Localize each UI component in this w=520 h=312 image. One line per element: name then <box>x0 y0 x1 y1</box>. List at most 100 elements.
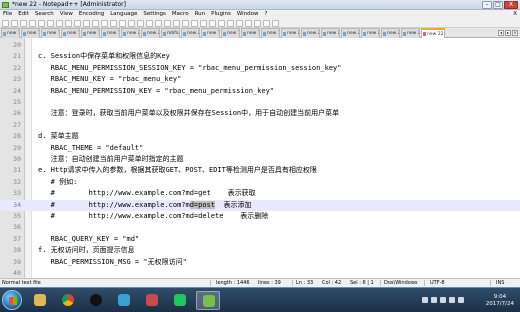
copy-icon[interactable] <box>74 20 81 27</box>
code-line[interactable]: 34 # http://www.example.com?md=post 表示添加 <box>0 199 520 211</box>
tab[interactable]: new 16 <box>201 28 220 38</box>
run-macro-icon[interactable] <box>263 20 270 27</box>
code-line[interactable]: 35 # http://www.example.com?md=delete 表示… <box>0 211 520 222</box>
menu-edit[interactable]: Edit <box>18 10 29 19</box>
code-line[interactable]: 33 # http://www.example.com?md=get 表示获取 <box>0 188 520 199</box>
tab[interactable]: mbfa89 <box>161 28 180 38</box>
code-line[interactable]: 21 c. Session中保存菜单和权限信息的Key <box>0 51 520 62</box>
menu-run[interactable]: Run <box>195 10 206 19</box>
code-line[interactable]: 25 <box>0 97 520 108</box>
code-line[interactable]: 23 RBAC_MENU_KEY = "rbac_menu_key" <box>0 74 520 85</box>
function-list-icon[interactable] <box>209 20 216 27</box>
save-macro-icon[interactable] <box>272 20 279 27</box>
code-line[interactable]: 31 e. Http请求中传入的参数，根据其获取GET、POST、EDIT等检测用… <box>0 165 520 176</box>
start-button[interactable] <box>2 290 22 310</box>
record-macro-icon[interactable] <box>236 20 243 27</box>
code-line[interactable]: 40 <box>0 268 520 278</box>
tab[interactable]: new 20 <box>121 28 140 38</box>
tab[interactable]: new 24 <box>361 28 380 38</box>
all-chars-icon[interactable] <box>173 20 180 27</box>
tab[interactable]: new 22 <box>321 28 340 38</box>
folder-workspace-icon[interactable] <box>218 20 225 27</box>
sync-v-icon[interactable] <box>146 20 153 27</box>
tab[interactable]: new 21 <box>141 28 160 38</box>
taskbar-notepad-plus-plus[interactable] <box>196 291 220 310</box>
menu-encoding[interactable]: Encoding <box>79 10 104 19</box>
undo-icon[interactable] <box>92 20 99 27</box>
open-file-icon[interactable] <box>11 20 18 27</box>
monitor-icon[interactable] <box>227 20 234 27</box>
minimize-button[interactable]: – <box>482 1 492 9</box>
code-line[interactable]: 30 注意：自动创建当前用户菜单时指定的主题 <box>0 154 520 165</box>
zoom-out-icon[interactable] <box>137 20 144 27</box>
code-line[interactable]: 37 RBAC_QUERY_KEY = "md" <box>0 234 520 245</box>
print-icon[interactable] <box>56 20 63 27</box>
cut-icon[interactable] <box>65 20 72 27</box>
tab[interactable]: new 16 <box>41 28 60 38</box>
tab[interactable]: new 19 <box>101 28 120 38</box>
menu-language[interactable]: Language <box>110 10 137 19</box>
taskbar-app[interactable] <box>112 291 136 310</box>
tab[interactable]: new 26 <box>401 28 420 38</box>
menu-plugins[interactable]: Plugins <box>211 10 231 19</box>
close-icon[interactable] <box>38 20 45 27</box>
tray-icon[interactable] <box>431 297 437 303</box>
clock[interactable]: 9:04 2017/7/24 <box>486 294 514 308</box>
tab-scroll-left-icon[interactable]: ◂ <box>498 30 504 36</box>
menu-view[interactable]: View <box>60 10 73 19</box>
menu-macro[interactable]: Macro <box>172 10 189 19</box>
tray-icon[interactable] <box>440 297 446 303</box>
editor[interactable]: 20 21 c. Session中保存菜单和权限信息的Key 22 RBAC_MENU… <box>0 38 520 278</box>
tab[interactable]: new 18 <box>241 28 260 38</box>
tab[interactable]: new 14 <box>1 28 20 38</box>
network-icon[interactable] <box>449 297 455 303</box>
code-line[interactable]: 26 注意：登录时，获取当前用户菜单以及权限并保存在Session中，用于自动创… <box>0 108 520 119</box>
tab-scroll-right-icon[interactable]: ▸ <box>505 30 511 36</box>
tab[interactable]: new 21 <box>301 28 320 38</box>
tab-active[interactable]: new 22× <box>421 28 445 38</box>
lang-icon[interactable] <box>191 20 198 27</box>
menu-help[interactable]: ? <box>265 10 268 19</box>
close-document-button[interactable]: X <box>513 10 520 19</box>
indent-guide-icon[interactable] <box>182 20 189 27</box>
save-all-icon[interactable] <box>29 20 36 27</box>
taskbar-app-2[interactable] <box>140 291 164 310</box>
tab[interactable]: new 25 <box>381 28 400 38</box>
menu-search[interactable]: Search <box>35 10 54 19</box>
doc-map-icon[interactable] <box>200 20 207 27</box>
tab[interactable]: new 17 <box>221 28 240 38</box>
code-line[interactable]: 29 RBAC_THEME = "default" <box>0 143 520 154</box>
close-button[interactable]: X <box>504 1 518 9</box>
save-icon[interactable] <box>20 20 27 27</box>
wrap-icon[interactable] <box>164 20 171 27</box>
taskbar-pycharm[interactable] <box>168 291 192 310</box>
code-line[interactable]: 32 # 例如: <box>0 177 520 188</box>
code-line[interactable]: 22 RBAC_MENU_PERMISSION_SESSION_KEY = "r… <box>0 63 520 74</box>
replace-icon[interactable] <box>119 20 126 27</box>
code-line[interactable]: 38 f. 无权访问时，页面提示信息 <box>0 245 520 256</box>
code-line[interactable]: 39 RBAC_PERMISSION_MSG = "无权限访问" <box>0 257 520 268</box>
menu-window[interactable]: Window <box>237 10 259 19</box>
taskbar-qq[interactable] <box>84 291 108 310</box>
tab[interactable]: new 18 <box>81 28 100 38</box>
close-all-icon[interactable] <box>47 20 54 27</box>
code-line[interactable]: 28 d. 菜单主题 <box>0 131 520 142</box>
play-macro-icon[interactable] <box>254 20 261 27</box>
find-icon[interactable] <box>110 20 117 27</box>
tab[interactable]: new 15 <box>21 28 40 38</box>
maximize-button[interactable]: □ <box>493 1 503 9</box>
tab[interactable]: new 20 <box>281 28 300 38</box>
sync-h-icon[interactable] <box>155 20 162 27</box>
new-file-icon[interactable] <box>2 20 9 27</box>
tab[interactable]: new 19 <box>261 28 280 38</box>
tray-icon[interactable] <box>422 297 428 303</box>
volume-icon[interactable] <box>458 297 464 303</box>
redo-icon[interactable] <box>101 20 108 27</box>
taskbar-explorer[interactable] <box>28 291 52 310</box>
zoom-in-icon[interactable] <box>128 20 135 27</box>
menu-settings[interactable]: Settings <box>143 10 166 19</box>
stop-macro-icon[interactable] <box>245 20 252 27</box>
code-line[interactable]: 24 RBAC_MENU_PERMISSION_KEY = "rbac_menu… <box>0 86 520 97</box>
tab[interactable]: new 22 <box>181 28 200 38</box>
tab-close-icon[interactable]: × <box>444 30 445 39</box>
